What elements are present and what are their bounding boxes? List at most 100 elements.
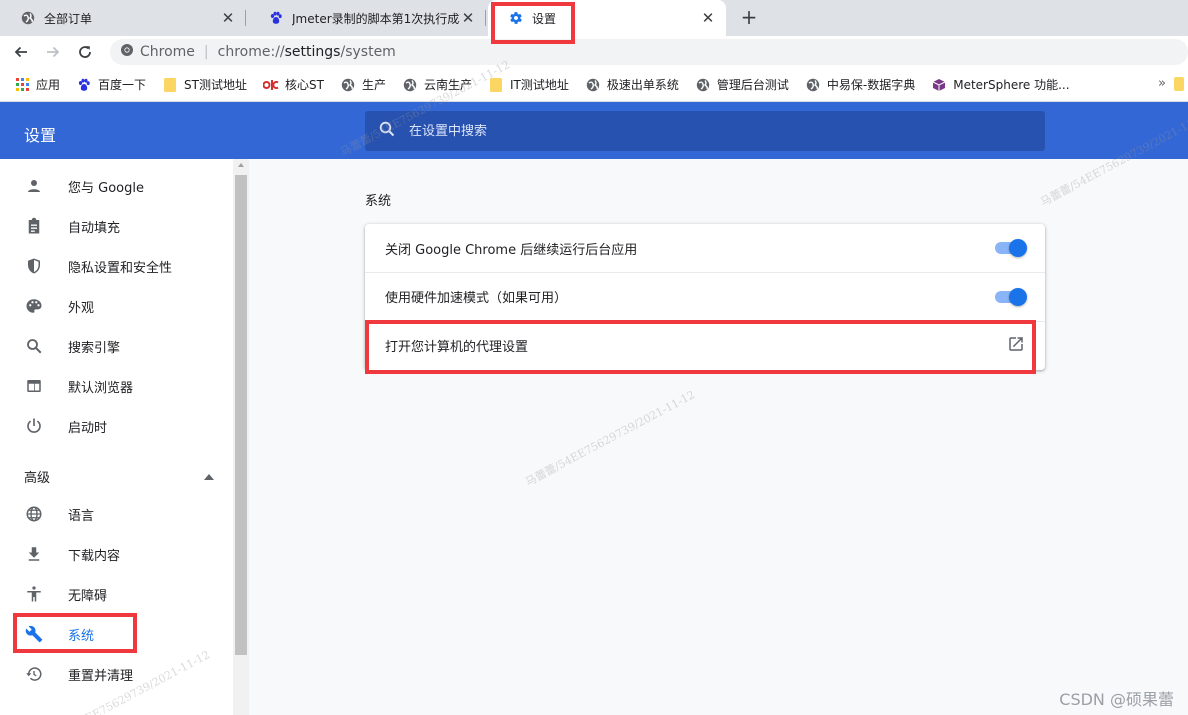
- close-icon[interactable]: ✕: [220, 10, 236, 26]
- close-icon[interactable]: ✕: [700, 10, 716, 26]
- bookmark-st-test[interactable]: ST测试地址: [162, 76, 247, 93]
- new-tab-button[interactable]: +: [738, 6, 760, 28]
- sidebar-item-appearance[interactable]: 外观: [0, 286, 233, 326]
- paw-icon: [76, 77, 92, 93]
- bookmark-label: ST测试地址: [184, 78, 247, 92]
- advanced-label: 高级: [24, 471, 51, 486]
- bookmark-admin-test[interactable]: 管理后台测试: [695, 76, 789, 93]
- settings-search[interactable]: [365, 111, 1045, 151]
- tab-title: Jmeter录制的脚本第1次执行成功: [292, 11, 460, 26]
- sidebar-scrollbar[interactable]: [233, 159, 249, 715]
- globe-icon: [340, 77, 356, 93]
- sidebar-item-label: 搜索引擎: [68, 340, 121, 356]
- scroll-up-arrow-icon[interactable]: [238, 163, 244, 167]
- bookmark-it-test[interactable]: IT测试地址: [488, 76, 569, 93]
- bookmark-label: 管理后台测试: [716, 78, 789, 92]
- setting-row-proxy-settings[interactable]: 打开您计算机的代理设置: [365, 321, 1045, 369]
- sidebar-item-label: 启动时: [68, 420, 108, 436]
- cube-icon: [931, 77, 947, 93]
- bookmark-prod[interactable]: 生产: [340, 76, 386, 93]
- tab-title: 设置: [532, 11, 557, 26]
- site-label: Chrome: [140, 44, 195, 60]
- toggle-knob: [1009, 287, 1027, 306]
- sidebar-item-default-browser[interactable]: 默认浏览器: [0, 366, 233, 406]
- bookmark-label: 核心ST: [284, 78, 324, 92]
- globe-icon: [695, 77, 711, 93]
- bookmark-data-dictionary[interactable]: 中易保-数据字典: [805, 76, 915, 93]
- download-icon: [24, 544, 44, 564]
- setting-row-background-apps[interactable]: 关闭 Google Chrome 后继续运行后台应用: [365, 224, 1045, 272]
- apps-grid-icon: [14, 77, 30, 93]
- palette-icon: [24, 296, 44, 316]
- sidebar-item-on-startup[interactable]: 启动时: [0, 406, 233, 446]
- folder-icon: [162, 77, 178, 93]
- bookmarks-bar: 应用 百度一下 ST测试地址 核心ST 生产 云南生产 IT测试地址 极速出单系…: [0, 68, 1188, 102]
- back-button[interactable]: [10, 41, 32, 63]
- more-bookmarks-button[interactable]: »: [1158, 76, 1166, 91]
- bookmark-metersphere[interactable]: MeterSphere 功能...: [931, 76, 1070, 93]
- person-icon: [24, 176, 44, 196]
- external-link-icon[interactable]: [1007, 335, 1025, 357]
- clipboard-icon: [24, 216, 44, 236]
- advanced-toggle[interactable]: 高级: [24, 467, 214, 486]
- globe-icon: [805, 77, 821, 93]
- setting-row-hardware-acceleration[interactable]: 使用硬件加速模式（如果可用）: [365, 272, 1045, 320]
- browser-window-icon: [24, 376, 44, 396]
- history-icon: [24, 664, 44, 684]
- bookmark-baidu[interactable]: 百度一下: [76, 76, 146, 93]
- folder-icon[interactable]: [1174, 77, 1184, 91]
- csdn-credit: CSDN @硕果蕾: [1059, 690, 1174, 709]
- tab-jmeter[interactable]: Jmeter录制的脚本第1次执行成功 ✕: [248, 0, 486, 36]
- caret-up-icon: [204, 469, 214, 484]
- bookmark-core-st[interactable]: 核心ST: [262, 76, 324, 93]
- qfc-logo-icon: [262, 77, 279, 93]
- toolbar: Chrome | chrome://settings/system: [0, 36, 1188, 68]
- hardware-acceleration-toggle[interactable]: [993, 287, 1027, 306]
- tab-all-orders[interactable]: 全部订单 ✕: [0, 0, 246, 36]
- sidebar-item-system[interactable]: 系统: [0, 614, 233, 654]
- watermark: 马蕾蕾/54EE75629739/2021-11-12: [523, 388, 698, 489]
- reload-button[interactable]: [74, 41, 96, 63]
- address-bar[interactable]: Chrome | chrome://settings/system: [110, 39, 1188, 65]
- bookmark-label: 中易保-数据字典: [826, 78, 916, 92]
- sidebar-item-label: 隐私设置和安全性: [68, 260, 173, 276]
- sidebar-item-label: 系统: [68, 628, 95, 644]
- sidebar-item-label: 外观: [68, 300, 95, 316]
- paw-icon: [268, 10, 284, 26]
- search-input[interactable]: [409, 123, 1009, 139]
- wrench-icon: [24, 624, 44, 644]
- sidebar-item-privacy[interactable]: 隐私设置和安全性: [0, 246, 233, 286]
- url-text: chrome://settings/system: [217, 44, 396, 60]
- accessibility-icon: [24, 584, 44, 604]
- bookmark-label: MeterSphere 功能...: [953, 78, 1070, 92]
- globe-icon: [24, 504, 44, 524]
- sidebar-item-label: 无障碍: [68, 588, 108, 604]
- sidebar-item-downloads[interactable]: 下载内容: [0, 534, 233, 574]
- background-apps-toggle[interactable]: [993, 239, 1027, 257]
- sidebar-item-search-engine[interactable]: 搜索引擎: [0, 326, 233, 366]
- shield-icon: [24, 256, 44, 276]
- page-title: 设置: [24, 126, 57, 145]
- bookmark-quick-issue[interactable]: 极速出单系统: [585, 76, 679, 93]
- sidebar-item-autofill[interactable]: 自动填充: [0, 206, 233, 246]
- sidebar-item-you-and-google[interactable]: 您与 Google: [0, 166, 233, 206]
- close-icon[interactable]: ✕: [460, 10, 476, 26]
- power-icon: [24, 416, 44, 436]
- gear-icon: [508, 10, 524, 26]
- tab-settings[interactable]: 设置 ✕: [488, 0, 726, 36]
- globe-icon: [20, 10, 36, 26]
- scrollbar-thumb[interactable]: [235, 175, 247, 655]
- sidebar-item-label: 自动填充: [68, 220, 121, 236]
- bookmark-label: IT测试地址: [509, 78, 569, 92]
- bookmark-label: 百度一下: [98, 78, 147, 92]
- divider: |: [203, 44, 209, 60]
- sidebar-item-label: 下载内容: [68, 548, 121, 564]
- sidebar-item-languages[interactable]: 语言: [0, 494, 233, 534]
- forward-button[interactable]: [42, 41, 64, 63]
- settings-sidebar: 您与 Google 自动填充 隐私设置和安全性 外观 搜索引擎 默认浏览器 启动…: [0, 159, 233, 715]
- bookmark-apps[interactable]: 应用: [14, 76, 60, 93]
- settings-header: 设置: [0, 102, 1188, 159]
- sidebar-item-label: 您与 Google: [68, 180, 144, 196]
- toggle-knob: [1009, 239, 1027, 257]
- sidebar-item-accessibility[interactable]: 无障碍: [0, 574, 233, 614]
